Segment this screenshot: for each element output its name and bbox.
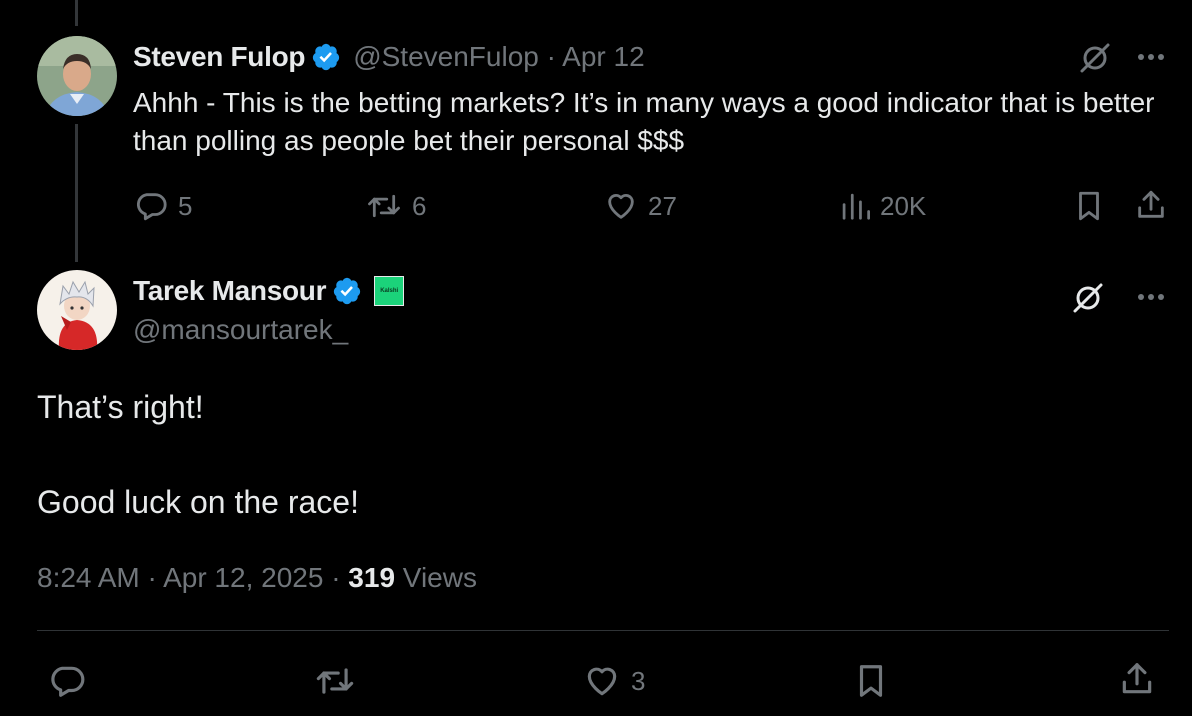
thread-line: [75, 124, 78, 262]
reply-icon: [134, 189, 168, 223]
post-metadata: 8:24 AM · Apr 12, 2025 · 319 Views: [37, 561, 477, 595]
heart-icon: [583, 662, 621, 700]
views-button[interactable]: 20K: [840, 189, 926, 223]
reply-count: 5: [178, 191, 193, 221]
verified-badge-icon[interactable]: [332, 276, 362, 306]
share-icon[interactable]: [1134, 188, 1168, 222]
divider: [37, 630, 1169, 631]
repost-button[interactable]: 6: [366, 189, 426, 223]
post-timestamp[interactable]: 8:24 AM · Apr 12, 2025 ·: [37, 562, 348, 593]
author-handle[interactable]: @mansourtarek_: [133, 313, 348, 347]
author-name[interactable]: Steven Fulop: [133, 40, 306, 74]
repost-icon: [366, 189, 402, 223]
post-paragraph: That’s right!: [37, 389, 204, 425]
author-handle-date[interactable]: @StevenFulop · Apr 12: [353, 40, 644, 74]
reply-button[interactable]: 5: [134, 189, 192, 223]
parent-post-text: Ahhh - This is the betting markets? It’s…: [133, 87, 1155, 156]
thread-line: [75, 0, 78, 26]
verified-badge-icon[interactable]: [311, 42, 341, 72]
bookmark-icon[interactable]: [1072, 189, 1106, 223]
more-icon[interactable]: [1135, 43, 1167, 71]
views-chart-icon: [840, 189, 870, 223]
like-count: 3: [631, 666, 646, 696]
more-icon[interactable]: [1135, 283, 1167, 311]
like-button[interactable]: 27: [604, 189, 677, 223]
post-paragraph: Good luck on the race!: [37, 484, 359, 520]
main-post-text: That’s right! Good luck on the race!: [37, 387, 1137, 522]
repost-icon: [314, 662, 356, 700]
bookmark-icon[interactable]: [852, 662, 890, 700]
tweet-thread: Steven Fulop @StevenFulop · Apr 12 Ahhh …: [0, 0, 1192, 716]
avatar-steven-fulop[interactable]: [37, 36, 117, 116]
reply-button[interactable]: [48, 662, 86, 700]
like-count: 27: [648, 191, 677, 221]
affiliation-badge[interactable]: Kalshi: [374, 276, 405, 306]
avatar-tarek-mansour[interactable]: [37, 270, 117, 350]
like-button[interactable]: 3: [583, 662, 645, 700]
author-row: Steven Fulop @StevenFulop · Apr 12: [133, 40, 645, 74]
grok-icon[interactable]: [1070, 280, 1106, 316]
repost-count: 6: [412, 191, 427, 221]
author-name[interactable]: Tarek Mansour: [133, 274, 327, 308]
views-count: 20K: [880, 191, 927, 221]
heart-icon: [604, 189, 638, 223]
reply-icon: [48, 662, 86, 700]
post-views-count: 319: [348, 562, 396, 593]
author-row: Tarek Mansour Kalshi: [133, 274, 405, 308]
post-views-label: Views: [395, 562, 477, 593]
share-icon[interactable]: [1118, 660, 1156, 698]
repost-button[interactable]: [314, 662, 356, 700]
grok-icon[interactable]: [1077, 40, 1113, 76]
